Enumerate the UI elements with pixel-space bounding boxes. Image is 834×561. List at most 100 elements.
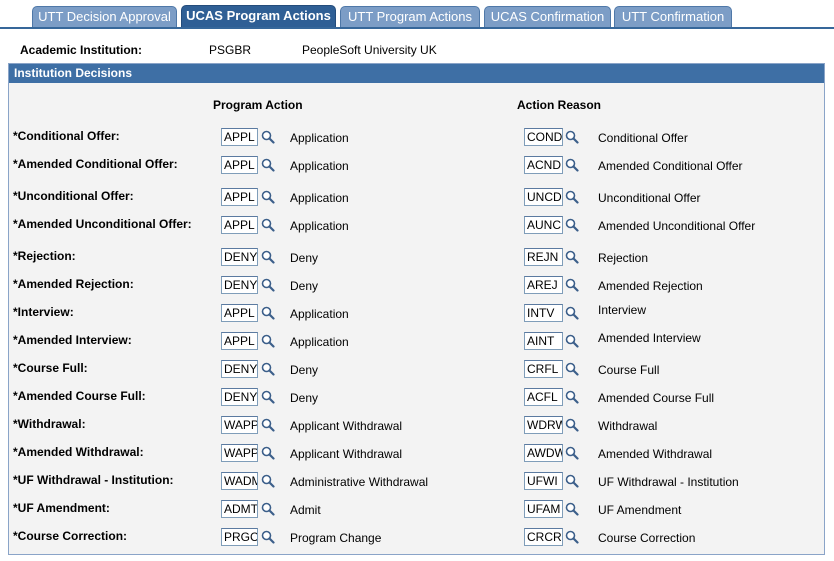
program-action-input[interactable]: DENY: [221, 360, 258, 378]
magnifier-lookup-icon[interactable]: [261, 446, 275, 460]
tab-bar: UTT Decision Approval UCAS Program Actio…: [0, 0, 834, 30]
action-reason-description: Conditional Offer: [598, 131, 688, 145]
tab-ucas-program-actions[interactable]: UCAS Program Actions: [181, 5, 336, 28]
action-reason-input[interactable]: CRFL: [524, 360, 563, 378]
magnifier-lookup-icon[interactable]: [261, 474, 275, 488]
program-action-input[interactable]: WAPP: [221, 444, 258, 462]
program-action-description: Application: [290, 307, 349, 321]
action-reason-input[interactable]: CRCR: [524, 528, 563, 546]
program-action-description: Administrative Withdrawal: [290, 475, 429, 489]
program-action-input[interactable]: APPL: [221, 332, 258, 350]
tab-utt-confirmation[interactable]: UTT Confirmation: [614, 6, 732, 27]
program-action-input[interactable]: APPL: [221, 156, 258, 174]
magnifier-lookup-icon[interactable]: [565, 418, 579, 432]
magnifier-lookup-icon[interactable]: [565, 530, 579, 544]
magnifier-lookup-icon[interactable]: [565, 250, 579, 264]
magnifier-lookup-icon[interactable]: [565, 130, 579, 144]
program-action-description: Deny: [290, 363, 319, 377]
row-label-amended-interview: *Amended Interview:: [13, 333, 132, 347]
magnifier-lookup-icon[interactable]: [565, 474, 579, 488]
program-action-input[interactable]: ADMT: [221, 500, 258, 518]
magnifier-lookup-icon[interactable]: [565, 306, 579, 320]
tab-utt-program-actions[interactable]: UTT Program Actions: [340, 6, 480, 27]
action-reason-input[interactable]: AUNC: [524, 216, 563, 234]
program-action-input[interactable]: PRGC: [221, 528, 258, 546]
program-action-input[interactable]: APPL: [221, 304, 258, 322]
magnifier-lookup-icon[interactable]: [565, 218, 579, 232]
program-action-input[interactable]: DENY: [221, 276, 258, 294]
action-reason-input[interactable]: UFAM: [524, 500, 563, 518]
magnifier-lookup-icon[interactable]: [565, 502, 579, 516]
row-label-amended-course-full: *Amended Course Full:: [13, 389, 146, 403]
magnifier-lookup-icon[interactable]: [261, 278, 275, 292]
program-action-input[interactable]: WAPP: [221, 416, 258, 434]
action-reason-input[interactable]: UFWI: [524, 472, 563, 490]
action-reason-description: UF Amendment: [598, 503, 682, 517]
action-reason-input[interactable]: UNCD: [524, 188, 563, 206]
program-action-description: Applicant Withdrawal: [290, 447, 403, 461]
magnifier-lookup-icon[interactable]: [261, 306, 275, 320]
academic-institution-code: PSGBR: [209, 43, 252, 57]
magnifier-lookup-icon[interactable]: [565, 362, 579, 376]
program-action-column-header: Program Action: [213, 98, 303, 112]
tab-ucas-confirmation[interactable]: UCAS Confirmation: [484, 6, 611, 27]
action-reason-input[interactable]: INTV: [524, 304, 563, 322]
tab-bar-underline: [0, 27, 834, 29]
program-action-input[interactable]: DENY: [221, 248, 258, 266]
magnifier-lookup-icon[interactable]: [261, 218, 275, 232]
program-action-description: Deny: [290, 279, 319, 293]
row-label-course-correction: *Course Correction:: [13, 529, 128, 543]
row-label-amended-unconditional-offer: *Amended Unconditional Offer:: [13, 217, 192, 231]
row-label-uf-withdrawal-institution: *UF Withdrawal - Institution:: [13, 473, 174, 487]
action-reason-input[interactable]: REJN: [524, 248, 563, 266]
magnifier-lookup-icon[interactable]: [261, 130, 275, 144]
action-reason-description: Amended Course Full: [598, 391, 715, 405]
tab-utt-decision-approval[interactable]: UTT Decision Approval: [32, 6, 177, 27]
magnifier-lookup-icon[interactable]: [565, 446, 579, 460]
magnifier-lookup-icon[interactable]: [261, 530, 275, 544]
action-reason-description: Amended Rejection: [598, 279, 703, 293]
program-action-input[interactable]: DENY: [221, 388, 258, 406]
magnifier-lookup-icon[interactable]: [261, 502, 275, 516]
action-reason-description: Rejection: [598, 251, 649, 265]
program-action-description: Admit: [290, 503, 321, 517]
action-reason-column-header: Action Reason: [517, 98, 602, 112]
academic-institution-label: Academic Institution:: [20, 43, 143, 57]
action-reason-description: Amended Withdrawal: [598, 447, 713, 461]
action-reason-description: Withdrawal: [598, 419, 658, 433]
program-action-description: Application: [290, 191, 349, 205]
magnifier-lookup-icon[interactable]: [261, 390, 275, 404]
action-reason-input[interactable]: AINT: [524, 332, 563, 350]
action-reason-input[interactable]: ACFL: [524, 388, 563, 406]
program-action-description: Program Change: [290, 531, 382, 545]
row-label-interview: *Interview:: [13, 305, 74, 319]
magnifier-lookup-icon[interactable]: [565, 334, 579, 348]
program-action-description: Application: [290, 159, 349, 173]
program-action-input[interactable]: WADM: [221, 472, 258, 490]
action-reason-input[interactable]: AREJ: [524, 276, 563, 294]
program-action-input[interactable]: APPL: [221, 188, 258, 206]
row-label-course-full: *Course Full:: [13, 361, 88, 375]
magnifier-lookup-icon[interactable]: [565, 158, 579, 172]
action-reason-input[interactable]: AWDW: [524, 444, 563, 462]
program-action-input[interactable]: APPL: [221, 216, 258, 234]
action-reason-input[interactable]: WDRW: [524, 416, 563, 434]
magnifier-lookup-icon[interactable]: [565, 190, 579, 204]
magnifier-lookup-icon[interactable]: [261, 418, 275, 432]
program-action-input[interactable]: APPL: [221, 128, 258, 146]
program-action-description: Deny: [290, 391, 319, 405]
program-action-description: Application: [290, 131, 349, 145]
academic-institution-name: PeopleSoft University UK: [302, 43, 437, 57]
magnifier-lookup-icon[interactable]: [261, 190, 275, 204]
action-reason-input[interactable]: ACND: [524, 156, 563, 174]
magnifier-lookup-icon[interactable]: [565, 278, 579, 292]
row-label-amended-withdrawal: *Amended Withdrawal:: [13, 445, 144, 459]
magnifier-lookup-icon[interactable]: [565, 390, 579, 404]
action-reason-description: Course Correction: [598, 531, 696, 545]
action-reason-input[interactable]: COND: [524, 128, 563, 146]
program-action-description: Application: [290, 335, 349, 349]
magnifier-lookup-icon[interactable]: [261, 362, 275, 376]
magnifier-lookup-icon[interactable]: [261, 334, 275, 348]
magnifier-lookup-icon[interactable]: [261, 250, 275, 264]
magnifier-lookup-icon[interactable]: [261, 158, 275, 172]
